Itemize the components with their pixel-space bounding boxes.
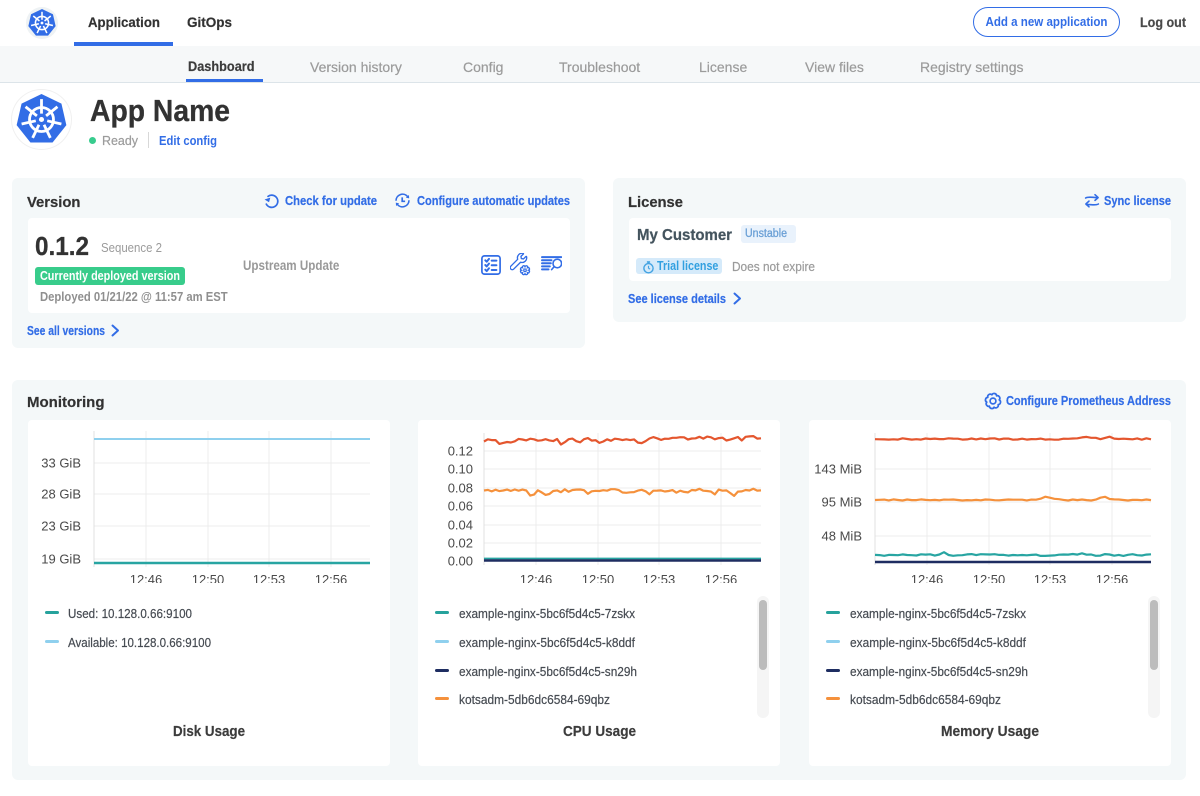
svg-text:12:46: 12:46 [911,572,944,583]
svg-text:0.02: 0.02 [448,536,473,551]
svg-text:12:46: 12:46 [130,572,163,583]
svg-text:28 GiB: 28 GiB [41,487,81,502]
svg-text:12:56: 12:56 [1096,572,1129,583]
svg-text:33 GiB: 33 GiB [41,456,81,471]
svg-text:0.10: 0.10 [448,462,473,477]
svg-text:12:53: 12:53 [643,572,676,583]
svg-text:0.00: 0.00 [448,554,473,569]
svg-text:95 MiB: 95 MiB [822,495,862,510]
svg-text:0.12: 0.12 [448,444,473,459]
svg-text:12:50: 12:50 [973,572,1006,583]
svg-text:0.04: 0.04 [448,518,473,533]
svg-text:48 MiB: 48 MiB [822,529,862,544]
svg-text:19 GiB: 19 GiB [41,552,81,567]
svg-text:12:46: 12:46 [520,572,553,583]
svg-text:23 GiB: 23 GiB [41,519,81,534]
svg-text:12:56: 12:56 [705,572,738,583]
svg-text:12:53: 12:53 [1034,572,1067,583]
svg-text:0.08: 0.08 [448,481,473,496]
svg-text:12:56: 12:56 [315,572,348,583]
svg-text:0.06: 0.06 [448,499,473,514]
svg-text:12:50: 12:50 [582,572,615,583]
svg-text:143 MiB: 143 MiB [814,462,862,477]
svg-text:12:50: 12:50 [192,572,225,583]
svg-text:12:53: 12:53 [253,572,286,583]
